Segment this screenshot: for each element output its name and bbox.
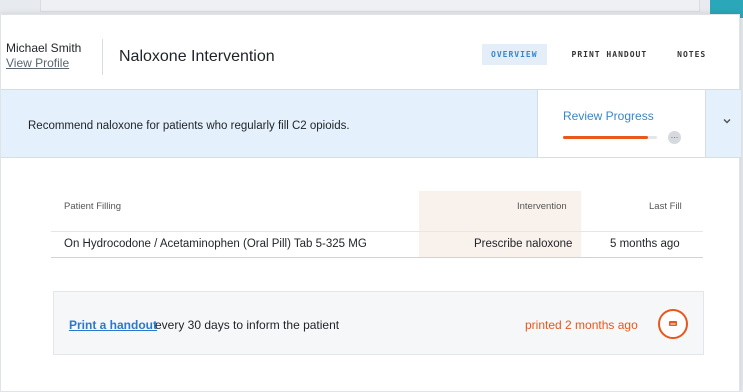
print-button[interactable] (658, 309, 688, 339)
header-divider (102, 39, 103, 75)
handout-description: every 30 days to inform the patient (155, 318, 340, 332)
cell-intervention: Prescribe naloxone (474, 238, 573, 250)
header-intervention: Intervention (517, 201, 567, 212)
cell-patient-filling: On Hydrocodone / Acetaminophen (Oral Pil… (64, 238, 367, 250)
view-profile-link[interactable]: View Profile (6, 56, 102, 70)
chevron-down-icon[interactable] (720, 114, 734, 128)
print-icon (669, 321, 677, 326)
recommendation-text: Recommend naloxone for patients who regu… (28, 120, 350, 132)
printed-status: printed 2 months ago (525, 318, 638, 332)
modal-header: Michael Smith View Profile Naloxone Inte… (1, 15, 741, 89)
review-progress-panel[interactable]: Review Progress … (537, 90, 706, 157)
progress-track (563, 136, 657, 139)
background-card (40, 0, 700, 12)
tab-notes[interactable]: NOTES (668, 44, 715, 65)
header-patient-filling: Patient Filling (64, 201, 122, 212)
handout-panel: Print a handout every 30 days to inform … (53, 291, 704, 355)
review-progress-label[interactable]: Review Progress (563, 109, 654, 123)
intervention-modal: Michael Smith View Profile Naloxone Inte… (0, 14, 741, 392)
tab-bar: OVERVIEW PRINT HANDOUT NOTES (482, 44, 715, 65)
tab-print-handout[interactable]: PRINT HANDOUT (563, 44, 657, 65)
tab-overview[interactable]: OVERVIEW (482, 44, 547, 65)
print-handout-link[interactable]: Print a handout (69, 318, 157, 332)
ellipsis-icon[interactable]: … (668, 131, 681, 144)
patient-name: Michael Smith (6, 41, 82, 55)
page-title: Naloxone Intervention (119, 48, 275, 65)
header-last-fill: Last Fill (649, 201, 682, 212)
table-header-divider (51, 231, 703, 232)
recommendation-banner: Recommend naloxone for patients who regu… (1, 89, 741, 158)
cell-last-fill: 5 months ago (610, 238, 680, 250)
table-bottom-divider (51, 257, 703, 258)
patient-info: Michael Smith View Profile (6, 41, 102, 70)
progress-fill (563, 136, 648, 139)
